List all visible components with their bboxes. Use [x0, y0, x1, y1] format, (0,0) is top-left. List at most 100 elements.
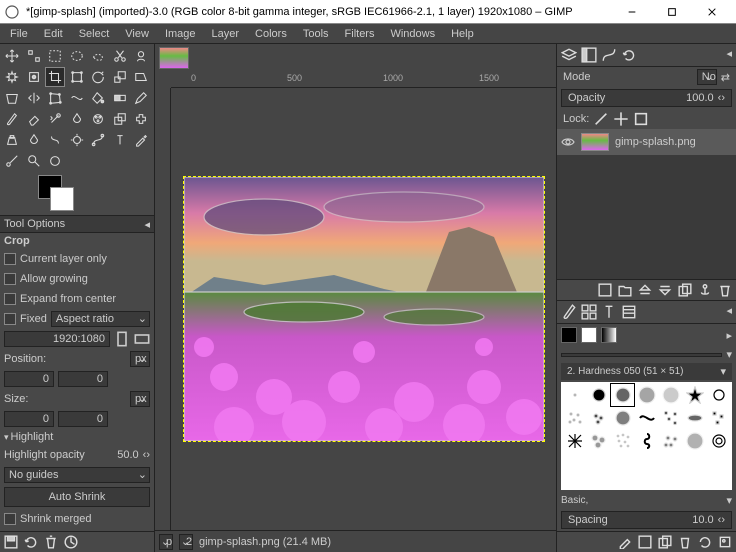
- document-tab[interactable]: [159, 47, 189, 69]
- brush-item[interactable]: [659, 430, 682, 452]
- raise-layer-icon[interactable]: [638, 283, 652, 297]
- portrait-icon[interactable]: [114, 331, 130, 347]
- color-swatches[interactable]: [0, 173, 154, 215]
- delete-layer-icon[interactable]: [718, 283, 732, 297]
- checkbox-icon[interactable]: [4, 273, 16, 285]
- opt-fixed-checkbox[interactable]: [4, 313, 16, 325]
- position-unit-dropdown[interactable]: px: [130, 351, 150, 367]
- tool-rect-select[interactable]: [45, 46, 65, 66]
- position-y-input[interactable]: 0: [58, 371, 108, 387]
- highlight-opacity-value[interactable]: 50.0: [117, 449, 138, 461]
- opt-current-layer-only[interactable]: Current layer only: [0, 249, 154, 269]
- spinner-icon[interactable]: ‹›: [143, 449, 150, 461]
- menu-colors[interactable]: Colors: [247, 26, 295, 42]
- brush-item[interactable]: [683, 430, 706, 452]
- lock-pixels-icon[interactable]: [593, 111, 609, 127]
- horizontal-ruler[interactable]: 0 500 1000 1500: [171, 72, 556, 88]
- duplicate-layer-icon[interactable]: [678, 283, 692, 297]
- tool-zoom[interactable]: [24, 151, 44, 171]
- position-x-input[interactable]: 0: [4, 371, 54, 387]
- opacity-value[interactable]: 100.0: [686, 92, 714, 104]
- delete-brush-icon[interactable]: [678, 535, 692, 549]
- maximize-button[interactable]: [652, 0, 692, 24]
- status-zoom-dropdown[interactable]: 28.9 %: [179, 534, 193, 550]
- brush-item[interactable]: [563, 407, 586, 429]
- size-y-input[interactable]: 0: [58, 411, 108, 427]
- opt-allow-growing[interactable]: Allow growing: [0, 269, 154, 289]
- layers-tab-icon[interactable]: [561, 47, 577, 63]
- brush-item[interactable]: [611, 407, 634, 429]
- tool-blur[interactable]: [24, 130, 44, 150]
- reset-icon[interactable]: [64, 535, 78, 549]
- brush-item[interactable]: [611, 384, 634, 406]
- vertical-ruler[interactable]: [155, 88, 171, 530]
- new-brush-icon[interactable]: [638, 535, 652, 549]
- crop-selection-border[interactable]: [183, 176, 545, 442]
- canvas[interactable]: [171, 88, 556, 530]
- tool-move[interactable]: [2, 46, 22, 66]
- mode-swap-icon[interactable]: ⇄: [721, 71, 730, 84]
- tool-cage[interactable]: [45, 88, 65, 108]
- layer-name[interactable]: gimp-splash.png: [615, 136, 696, 148]
- tool-gegl[interactable]: [45, 151, 65, 171]
- tool-dodge[interactable]: [67, 130, 87, 150]
- menu-view[interactable]: View: [117, 26, 157, 42]
- brush-preset-swatch[interactable]: [581, 327, 597, 343]
- open-as-image-icon[interactable]: [718, 535, 732, 549]
- panel-menu-icon[interactable]: ◂: [144, 218, 150, 231]
- lock-position-icon[interactable]: [613, 111, 629, 127]
- tool-fuzzy-select[interactable]: [2, 67, 22, 87]
- tool-paths[interactable]: [88, 130, 108, 150]
- visibility-icon[interactable]: [561, 135, 575, 149]
- tool-perspective-clone[interactable]: [2, 130, 22, 150]
- tool-mypaint[interactable]: [88, 109, 108, 129]
- brush-preset-swatch[interactable]: [561, 327, 577, 343]
- background-color[interactable]: [50, 187, 74, 211]
- tool-heal[interactable]: [131, 109, 151, 129]
- spinner-icon[interactable]: ‹›: [718, 92, 725, 104]
- guides-dropdown[interactable]: No guides: [4, 467, 150, 483]
- lower-layer-icon[interactable]: [658, 283, 672, 297]
- brush-item[interactable]: [587, 407, 610, 429]
- anchor-layer-icon[interactable]: [698, 283, 712, 297]
- menu-filters[interactable]: Filters: [337, 26, 383, 42]
- landscape-icon[interactable]: [134, 331, 150, 347]
- minimize-button[interactable]: [612, 0, 652, 24]
- brush-filter-input[interactable]: [561, 353, 722, 357]
- spacing-value[interactable]: 10.0: [692, 514, 713, 526]
- opt-shrink-merged[interactable]: Shrink merged: [0, 509, 154, 529]
- brush-item[interactable]: [587, 384, 610, 406]
- checkbox-icon[interactable]: [4, 513, 16, 525]
- mode-dropdown[interactable]: Normal: [697, 69, 717, 85]
- brush-item[interactable]: [635, 430, 658, 452]
- tool-clone[interactable]: [110, 109, 130, 129]
- tool-smudge[interactable]: [45, 130, 65, 150]
- layer-row[interactable]: gimp-splash.png: [557, 129, 736, 155]
- brushes-tab-icon[interactable]: [561, 304, 577, 320]
- size-x-input[interactable]: 0: [4, 411, 54, 427]
- size-unit-dropdown[interactable]: px: [130, 391, 150, 407]
- tool-crop[interactable]: [45, 67, 65, 87]
- brush-item[interactable]: [611, 430, 634, 452]
- checkbox-icon[interactable]: [4, 253, 16, 265]
- undo-history-tab-icon[interactable]: [621, 47, 637, 63]
- checkbox-icon[interactable]: [4, 293, 16, 305]
- tool-shear[interactable]: [131, 67, 151, 87]
- tool-bucket-fill[interactable]: [88, 88, 108, 108]
- tool-by-color-select[interactable]: [24, 67, 44, 87]
- menu-edit[interactable]: Edit: [36, 26, 71, 42]
- tool-text[interactable]: [110, 130, 130, 150]
- tool-paintbrush[interactable]: [2, 109, 22, 129]
- save-preset-icon[interactable]: [4, 535, 18, 549]
- tool-airbrush[interactable]: [45, 109, 65, 129]
- brush-item[interactable]: [659, 407, 682, 429]
- aspect-ratio-input[interactable]: 1920:1080: [4, 331, 110, 347]
- fixed-mode-dropdown[interactable]: Aspect ratio: [51, 311, 150, 327]
- brush-item[interactable]: [587, 430, 610, 452]
- channels-tab-icon[interactable]: [581, 47, 597, 63]
- brush-item[interactable]: [683, 407, 706, 429]
- brush-category[interactable]: Basic,: [561, 495, 722, 506]
- fonts-tab-icon[interactable]: [601, 304, 617, 320]
- gradient-preset-swatch[interactable]: [601, 327, 617, 343]
- tool-rotate[interactable]: [88, 67, 108, 87]
